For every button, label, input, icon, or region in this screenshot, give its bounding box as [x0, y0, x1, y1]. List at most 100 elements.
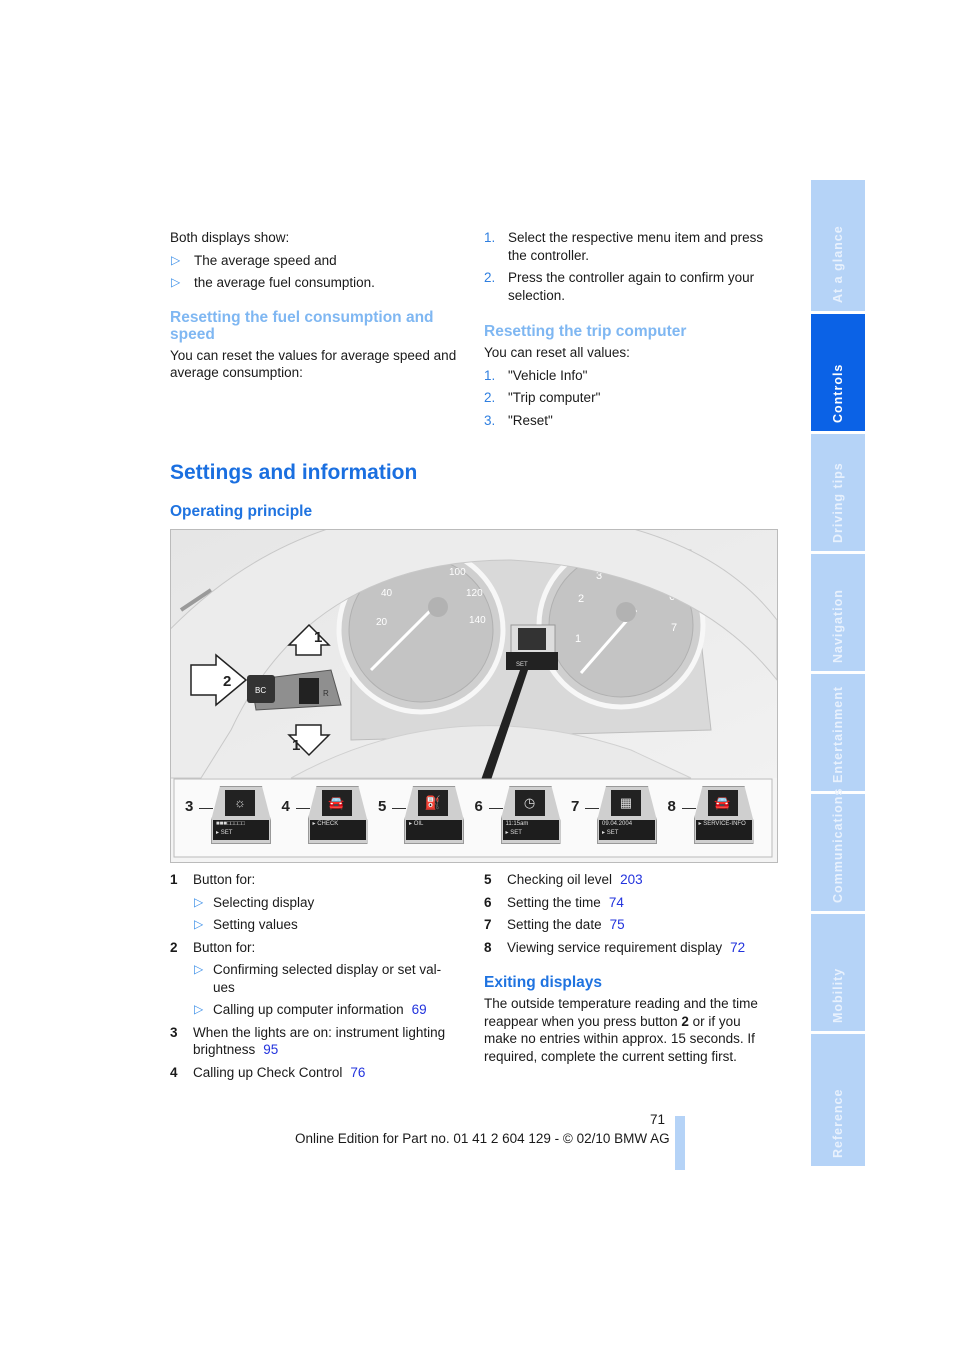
chapter-tab-driving-tips[interactable]: Driving tips: [811, 434, 865, 551]
display-screen: ▸ SERVICE-INFO: [695, 820, 752, 840]
callout-1-down: 1: [292, 737, 300, 754]
legend-subtext: Setting values: [213, 917, 298, 932]
legend-subtext: Selecting display: [213, 894, 315, 910]
left-top-column: Both displays show: ▷ The average speed …: [170, 229, 462, 382]
triangle-bullet-icon: ▷: [171, 252, 181, 267]
legend-key: 8: [484, 939, 492, 955]
legend-key: 5: [484, 872, 492, 887]
heading-reset-trip: Resetting the trip computer: [484, 323, 687, 340]
bullet-text: the average fuel consumption.: [194, 275, 375, 290]
bullet-item: ▷ the average fuel consumption.: [170, 274, 462, 292]
chapter-tab-controls[interactable]: Controls: [811, 314, 865, 431]
clock-icon: ◷: [514, 790, 545, 816]
reset-fuel-body: You can reset the values for average spe…: [170, 347, 457, 381]
step-number: 1.: [484, 230, 496, 245]
chapter-tab-label: At a glance: [831, 225, 845, 303]
page-ref-link[interactable]: 69: [412, 1002, 427, 1017]
tacho-tick: 2: [578, 593, 584, 605]
page-number: 71: [650, 1112, 666, 1127]
leader-line: [392, 808, 406, 809]
display-variant: 5 ⛽ ▸ OIL: [378, 786, 468, 850]
legend-item: 6 Setting the time 74: [484, 894, 776, 912]
callout-2: 2: [223, 673, 231, 690]
display-variants: 3 ☼ ■■■□□□□□ ▸ SET 4 🚘 ▸ CHECK 5 ⛽ ▸ OIL 6 ◷ 11:15am…: [171, 782, 777, 854]
chapter-tab-at-a-glance[interactable]: At a glance: [811, 180, 865, 311]
section-title: Settings and information: [170, 461, 418, 484]
step-number: 2.: [484, 270, 496, 285]
display-screen: ■■■□□□□□ ▸ SET: [213, 820, 269, 840]
legend-item: 7 Setting the date 75: [484, 916, 776, 934]
step-item: 2. Press the controller again to confirm…: [484, 269, 776, 304]
legend-text: Viewing service requirement display: [507, 939, 723, 955]
heading-reset-fuel: Resetting the fuel consumption and speed: [170, 308, 434, 343]
legend-subitem: ▷ Setting values: [170, 916, 462, 934]
display-screen: 09.04.2004 ▸ SET: [599, 820, 655, 840]
chapter-tab-mobility[interactable]: Mobility: [811, 914, 865, 1031]
chapter-tab-label: Mobility: [831, 967, 845, 1023]
tacho-tick: 7: [671, 622, 677, 634]
legend-item: 3 When the lights are on: instrument ligh…: [170, 1024, 462, 1059]
display-number: 6: [474, 798, 483, 815]
stalk-label: BC: [255, 686, 266, 695]
bullet-item: ▷ The average speed and: [170, 252, 462, 270]
step-text: "Reset": [508, 412, 553, 428]
display-line1: 09.04.2004: [602, 821, 633, 827]
display-screen: ▸ OIL: [406, 820, 462, 840]
page-ref-link[interactable]: 95: [263, 1042, 278, 1057]
step-text: Select the respective menu item and pres…: [508, 230, 764, 263]
chapter-tab-label: Communications: [831, 787, 845, 903]
leader-line: [585, 808, 599, 809]
reset-step-item: 1. "Vehicle Info": [484, 367, 776, 385]
legend-subtext: Calling up computer information: [213, 1002, 404, 1017]
page-ref-link[interactable]: 72: [730, 940, 745, 955]
stalk-label: R: [323, 689, 329, 698]
legend-subtext: Confirming selected display or set val-u…: [213, 962, 442, 995]
legend-text: Button for:: [193, 872, 256, 887]
chapter-tab-entertainment[interactable]: Entertainment: [811, 674, 865, 791]
display-variant: 7 ▦ 09.04.2004 ▸ SET: [571, 786, 661, 850]
legend-key: 4: [170, 1064, 178, 1080]
page-ref-link[interactable]: 74: [609, 895, 624, 910]
speedo-tick: 120: [466, 588, 483, 599]
chapter-tab-communications[interactable]: Communications: [811, 788, 865, 911]
center-display-text: SET: [516, 662, 528, 668]
display-screen: 11:15am ▸ SET: [502, 820, 559, 840]
legend-left: 1 Button for: ▷ Selecting display ▷ Setting v…: [170, 871, 462, 1081]
display-number: 4: [281, 798, 290, 815]
step-text: Press the controller again to confirm yo…: [508, 270, 755, 303]
display-number: 7: [571, 798, 580, 815]
legend-item: 8 Viewing service requirement display 72: [484, 939, 776, 957]
speedo-tick: 40: [381, 588, 393, 599]
car-service-icon: 🚘: [707, 790, 738, 816]
oil-can-icon: ⛽: [418, 790, 448, 816]
legend-item: 2 Button for:: [170, 939, 462, 957]
brightness-icon: ☼: [225, 790, 255, 816]
legend-text: Setting the time: [507, 894, 601, 910]
triangle-bullet-icon: ▷: [171, 275, 181, 289]
legend-subitem: ▷ Confirming selected display or set val-…: [170, 961, 462, 996]
display-variant: 6 ◷ 11:15am ▸ SET: [475, 786, 565, 850]
display-line1: 11:15am: [505, 821, 529, 827]
legend-key: 7: [484, 917, 492, 932]
page-ref-link[interactable]: 76: [350, 1065, 365, 1080]
page-ref-link[interactable]: 75: [610, 917, 625, 932]
reset-trip-body: You can reset all values:: [484, 345, 630, 360]
chapter-tab-reference[interactable]: Reference: [811, 1034, 865, 1166]
legend-key: 6: [484, 894, 492, 910]
callout-1-up: 1: [314, 629, 322, 646]
legend-right: 5 Checking oil level 203 6 Setting the time 7…: [484, 871, 776, 1065]
page-ref-link[interactable]: 203: [620, 872, 643, 887]
exiting-body: The outside temperature reading and the …: [484, 996, 758, 1064]
chapter-tab-navigation[interactable]: Navigation: [811, 554, 865, 671]
display-number: 3: [185, 798, 194, 815]
display-number: 8: [667, 798, 676, 815]
page-marker-bar: [675, 1116, 685, 1170]
display-variant: 3 ☼ ■■■□□□□□ ▸ SET: [185, 786, 275, 850]
display-line2: ▸ SET: [505, 830, 522, 836]
speedo-tick: 20: [376, 617, 388, 628]
operating-principle-figure: 20 40 60 80 100 120 140 1 2 3 4 5 6 7: [170, 529, 778, 863]
step-item: 1. Select the respective menu item and p…: [484, 229, 776, 264]
leader-line: [199, 808, 213, 809]
legend-text: Checking oil level: [507, 872, 613, 887]
chapter-tab-label: Navigation: [831, 589, 845, 663]
